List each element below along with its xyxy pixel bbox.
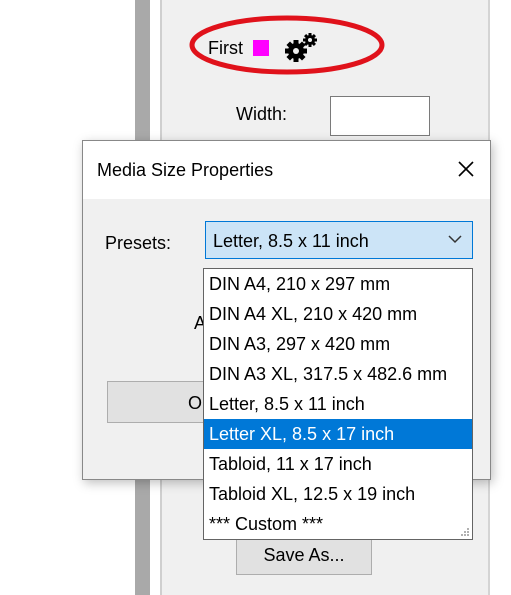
presets-label: Presets: [105,233,172,253]
preset-option[interactable]: Letter, 8.5 x 11 inch [204,389,472,419]
first-settings-row: First [208,30,323,66]
ok-button[interactable]: OK [107,381,217,423]
width-input[interactable] [330,96,430,136]
preset-option[interactable]: *** Custom *** [204,509,472,539]
presets-selected-value: Letter, 8.5 x 11 inch [213,231,369,251]
width-label: Width: [236,104,288,124]
preset-option[interactable]: Tabloid XL, 12.5 x 19 inch [204,479,472,509]
preset-option-highlighted[interactable]: Letter XL, 8.5 x 17 inch [204,419,472,449]
gears-icon[interactable] [279,30,323,66]
preset-option[interactable]: DIN A3, 297 x 420 mm [204,329,472,359]
dialog-titlebar[interactable]: Media Size Properties [83,141,490,199]
save-as-button[interactable]: Save As... [236,535,372,575]
dialog-title: Media Size Properties [97,160,274,180]
preset-option[interactable]: DIN A3 XL, 317.5 x 482.6 mm [204,359,472,389]
width-row: Width: [236,104,287,125]
presets-select[interactable]: Letter, 8.5 x 11 inch [205,221,473,259]
first-color-swatch[interactable] [253,40,269,56]
first-label: First [208,37,243,58]
close-icon[interactable] [446,149,486,189]
resize-grip-icon[interactable] [460,527,470,537]
preset-option[interactable]: DIN A4, 210 x 297 mm [204,269,472,299]
preset-option[interactable]: Tabloid, 11 x 17 inch [204,449,472,479]
preset-option[interactable]: DIN A4 XL, 210 x 420 mm [204,299,472,329]
save-as-label: Save As... [263,544,345,565]
presets-dropdown-list: DIN A4, 210 x 297 mm DIN A4 XL, 210 x 42… [203,268,473,540]
chevron-down-icon [448,235,462,244]
